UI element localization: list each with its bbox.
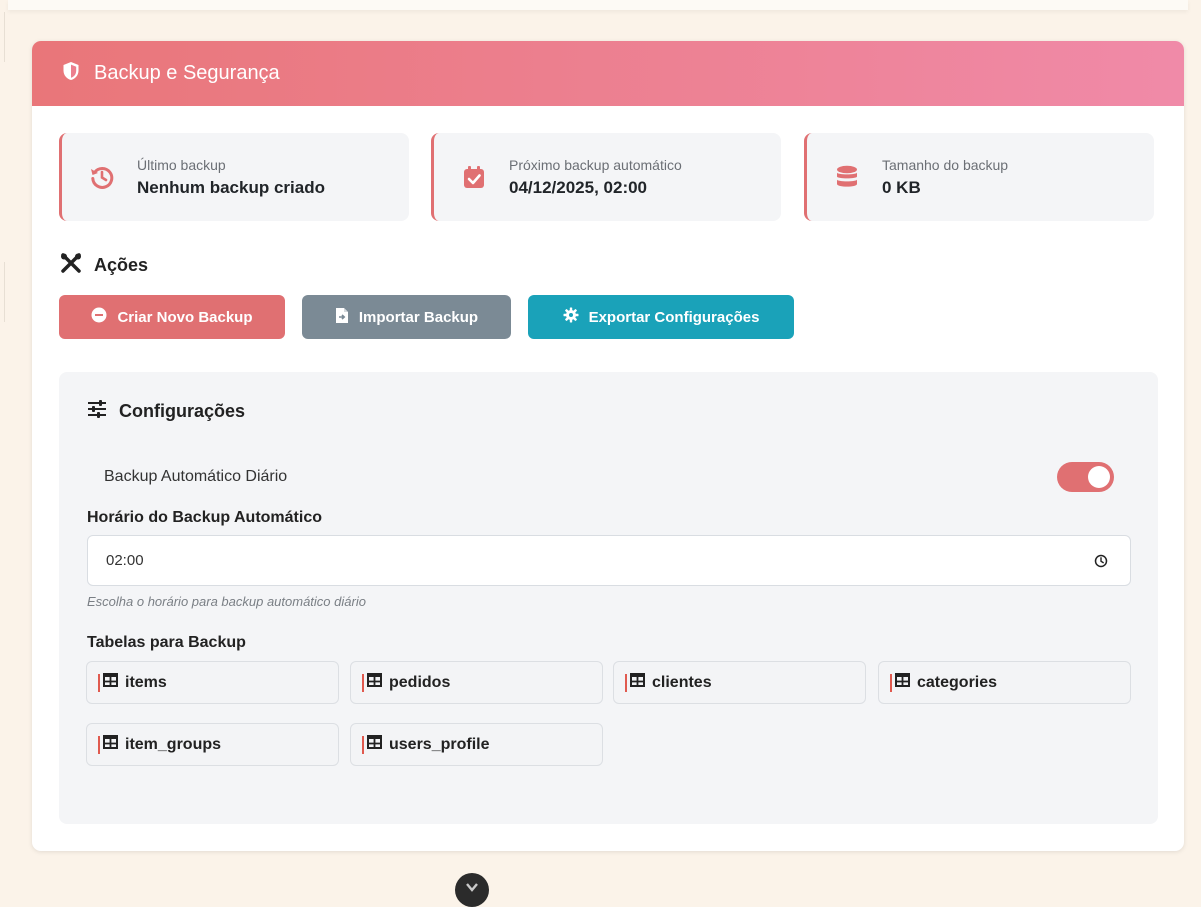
card-header: Backup e Segurança [32,41,1184,106]
left-edge-line [4,12,5,62]
config-heading: Configurações [87,400,245,423]
stat-label: Próximo backup automático [509,156,682,173]
table-name: users_profile [389,735,490,753]
stat-label: Último backup [137,156,226,173]
auto-backup-label: Backup Automático Diário [104,468,288,485]
stat-last-backup: Último backup Nenhum backup criado [59,133,409,221]
table-icon [367,735,389,754]
table-icon [630,673,652,692]
backup-security-card: Backup e Segurança Último backup Nenhum … [32,41,1184,851]
auto-backup-toggle[interactable] [1057,462,1114,492]
stat-value: Nenhum backup criado [137,177,325,197]
table-item[interactable]: clientes [613,661,866,704]
drag-handle [362,735,364,754]
stat-backup-size: Tamanho do backup 0 KB [804,133,1154,221]
backup-time-label: Horário do Backup Automático [87,509,322,526]
actions-title: Ações [94,255,149,275]
drag-handle [362,673,364,692]
drag-handle [98,673,100,692]
table-name: items [125,673,167,691]
table-item[interactable]: pedidos [350,661,603,704]
table-name: pedidos [389,673,451,691]
table-name: item_groups [125,735,222,753]
calendar-check-icon [461,164,487,190]
table-name: clientes [652,673,712,691]
backup-time-value: 02:00 [106,552,144,569]
stat-next-backup: Próximo backup automático 04/12/2025, 02… [431,133,781,221]
drag-handle [98,735,100,754]
toggle-knob [1088,466,1110,488]
config-panel: Configurações Backup Automático Diário H… [59,372,1158,824]
import-backup-label: Importar Backup [358,308,479,326]
backup-time-input[interactable]: 02:00 [87,535,1131,586]
gear-icon [563,307,589,327]
clock-icon[interactable] [1094,554,1108,573]
stat-value: 0 KB [882,177,921,197]
drag-handle [625,673,627,692]
stats-row: Último backup Nenhum backup criado Próxi… [59,133,1157,221]
table-item[interactable]: items [86,661,339,704]
top-strip [8,0,1188,10]
table-item[interactable]: categories [878,661,1131,704]
actions-heading: Ações [60,253,148,278]
table-name: categories [917,673,998,691]
sliders-icon [87,400,119,423]
table-item[interactable]: users_profile [350,723,603,766]
stat-value: 04/12/2025, 02:00 [509,177,648,197]
tables-label: Tabelas para Backup [87,634,246,651]
history-icon [89,164,115,190]
export-config-label: Exportar Configurações [588,308,760,326]
drag-handle [890,673,892,692]
backup-time-hint: Escolha o horário para backup automático… [87,594,366,609]
database-icon [834,164,860,190]
create-backup-label: Criar Novo Backup [117,308,253,326]
chevron-down-icon [466,880,478,896]
scroll-down-button[interactable] [455,873,489,907]
table-item[interactable]: item_groups [86,723,339,766]
stat-label: Tamanho do backup [882,156,1009,173]
config-title: Configurações [119,401,246,421]
shield-icon [62,61,80,86]
table-icon [103,673,125,692]
left-edge-line [4,262,5,322]
tools-icon [60,253,94,278]
table-icon [895,673,917,692]
create-backup-button[interactable]: Criar Novo Backup [59,295,285,339]
file-import-icon [335,307,359,328]
import-backup-button[interactable]: Importar Backup [302,295,511,339]
plus-circle-icon [91,307,117,327]
table-icon [367,673,389,692]
card-title: Backup e Segurança [94,62,280,84]
export-config-button[interactable]: Exportar Configurações [528,295,794,339]
table-icon [103,735,125,754]
